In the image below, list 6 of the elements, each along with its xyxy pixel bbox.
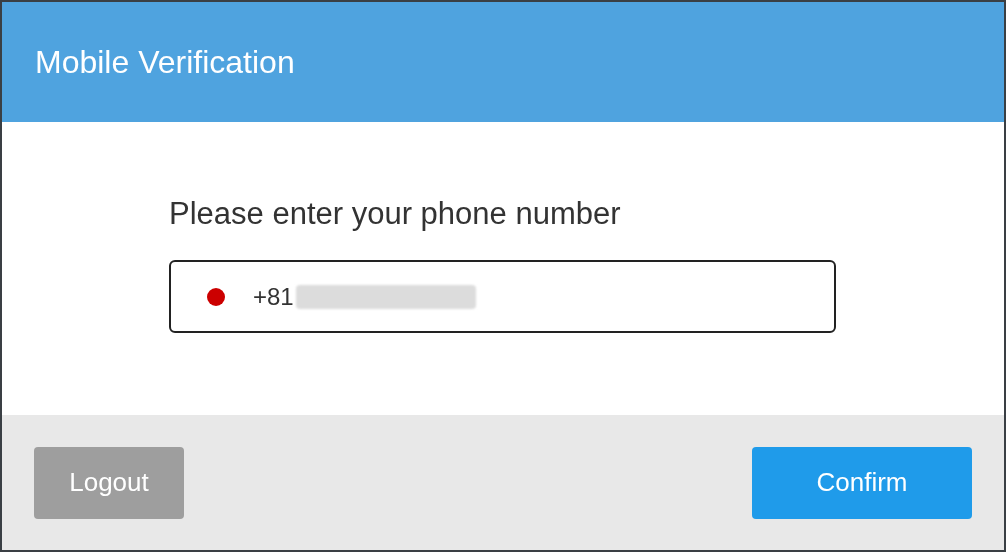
logout-button[interactable]: Logout xyxy=(34,446,184,519)
phone-value: +81 xyxy=(253,281,294,312)
prompt-text: Please enter your phone number xyxy=(169,195,622,233)
phone-field[interactable]: +81 xyxy=(169,260,836,333)
dialog-title: Mobile Verification xyxy=(35,43,295,82)
confirm-button[interactable]: Confirm xyxy=(752,446,972,519)
